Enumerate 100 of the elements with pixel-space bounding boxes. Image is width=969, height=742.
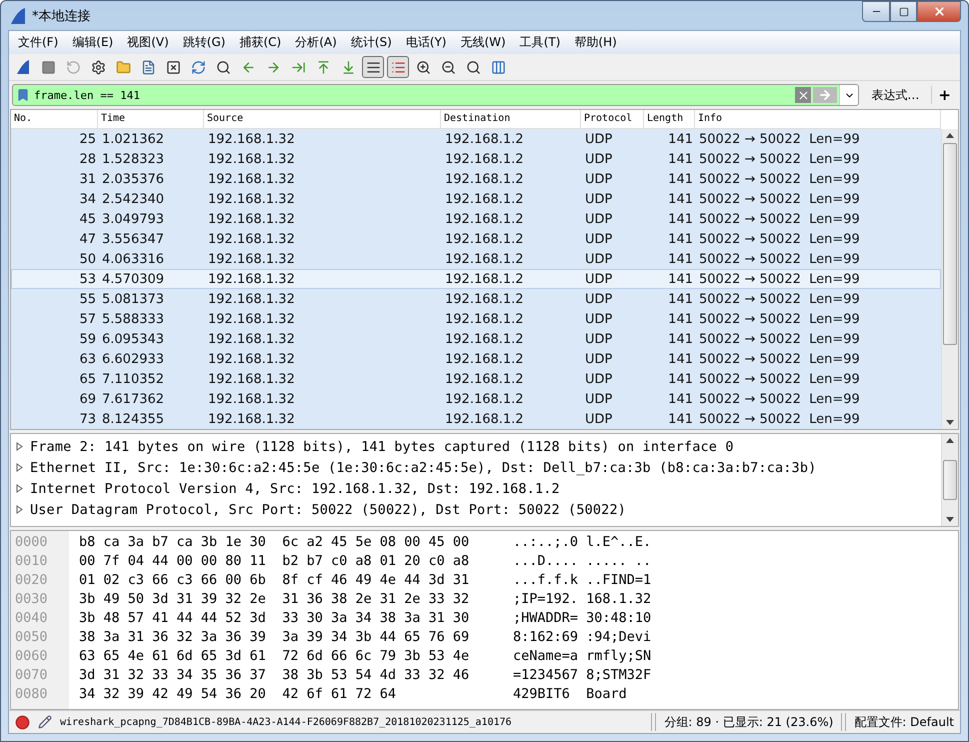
menu-item[interactable]: 编辑(E) bbox=[65, 32, 120, 53]
table-cell-text: 3.049793 bbox=[101, 212, 166, 226]
packet-row[interactable]: 65 7.110352 192.168.1.32 192.168.1.2 UDP 141 50022 → 50022 Len=99 bbox=[11, 369, 941, 389]
table-cell-text: 192.168.1.2 bbox=[444, 332, 525, 346]
packet-row[interactable]: 69 7.617362 192.168.1.32 192.168.1.2 UDP 141 50022 → 50022 Len=99 bbox=[11, 389, 941, 409]
table-cell-text: 192.168.1.2 bbox=[444, 272, 525, 286]
table-cell-text: 192.168.1.32 bbox=[207, 412, 296, 426]
table-cell-text: 192.168.1.2 bbox=[444, 212, 525, 226]
maximize-button[interactable] bbox=[890, 1, 917, 22]
minimize-button[interactable] bbox=[862, 1, 890, 22]
close-file-icon bbox=[166, 60, 180, 74]
menu-item[interactable]: 电话(Y) bbox=[398, 32, 454, 53]
table-cell-text: 192.168.1.2 bbox=[444, 352, 525, 366]
packet-row[interactable]: 28 1.528323 192.168.1.32 192.168.1.2 UDP 141 50022 → 50022 Len=99 bbox=[11, 149, 941, 169]
packet-row[interactable]: 59 6.095343 192.168.1.32 192.168.1.2 UDP 141 50022 → 50022 Len=99 bbox=[11, 329, 941, 349]
scroll-down-icon[interactable] bbox=[946, 420, 954, 425]
table-cell-text: UDP bbox=[584, 212, 614, 226]
colorize-button[interactable] bbox=[387, 56, 409, 78]
packet-row[interactable]: 31 2.035376 192.168.1.32 192.168.1.2 UDP 141 50022 → 50022 Len=99 bbox=[11, 169, 941, 189]
edit-icon[interactable] bbox=[38, 715, 52, 729]
menu-item[interactable]: 捕获(C) bbox=[232, 32, 288, 53]
packet-row[interactable]: 50 4.063316 192.168.1.32 192.168.1.2 UDP 141 50022 → 50022 Len=99 bbox=[11, 249, 941, 269]
table-cell-text: 45 bbox=[78, 212, 97, 226]
close-button[interactable] bbox=[917, 1, 961, 22]
tree-item[interactable]: Frame 2: 141 bytes on wire (1128 bits), 141 bytes captured (1128 bits) on interface 0 bbox=[30, 438, 734, 454]
packet-row[interactable]: 63 6.602933 192.168.1.32 192.168.1.2 UDP 141 50022 → 50022 Len=99 bbox=[11, 349, 941, 369]
menu-item[interactable]: 跳转(G) bbox=[176, 32, 232, 53]
packet-row[interactable]: 47 3.556347 192.168.1.32 192.168.1.2 UDP 141 50022 → 50022 Len=99 bbox=[11, 229, 941, 249]
collapsed-triangle-icon[interactable] bbox=[15, 484, 24, 493]
column-header[interactable]: Info bbox=[695, 110, 941, 128]
tree-item[interactable]: User Datagram Protocol, Src Port: 50022 (50022), Dst Port: 50022 (50022) bbox=[30, 502, 626, 518]
hex-offset: 0060 bbox=[14, 647, 49, 666]
hex-bytes: 38 3a 31 36 32 3a 36 39 3a 39 34 3b 44 65 76 69 bbox=[79, 628, 470, 647]
packet-row[interactable]: 73 8.124355 192.168.1.32 192.168.1.2 UDP 141 50022 → 50022 Len=99 bbox=[11, 409, 941, 429]
gear-icon bbox=[90, 60, 106, 74]
table-cell-text: 192.168.1.32 bbox=[207, 132, 296, 146]
shark-fin-icon bbox=[10, 6, 26, 24]
menu-item[interactable]: 统计(S) bbox=[344, 32, 399, 53]
table-cell-text: UDP bbox=[584, 412, 614, 426]
table-cell-text: 7.617362 bbox=[101, 392, 166, 406]
table-cell-text: 192.168.1.2 bbox=[444, 292, 525, 306]
packet-count: 分组: 89 · 已显示: 21 (23.6%) bbox=[664, 714, 834, 730]
menu-item[interactable]: 无线(W) bbox=[453, 32, 513, 53]
ascii-dump: ...f.f.k ..FIND=1 bbox=[513, 571, 652, 590]
table-cell-text: 53 bbox=[78, 272, 97, 286]
display-filter-bar[interactable]: frame.len == 141 bbox=[12, 84, 860, 106]
column-header[interactable]: Protocol bbox=[581, 110, 644, 128]
menu-item[interactable]: 帮助(H) bbox=[567, 32, 624, 53]
menu-item[interactable]: 工具(T) bbox=[512, 32, 568, 53]
filter-dropdown-button[interactable] bbox=[839, 85, 858, 105]
menu-item[interactable]: 视图(V) bbox=[120, 32, 176, 53]
clear-icon bbox=[796, 88, 810, 102]
scroll-down-icon[interactable] bbox=[946, 517, 954, 522]
table-cell-text: 59 bbox=[78, 332, 97, 346]
bookmark-icon[interactable] bbox=[16, 88, 30, 102]
packet-row[interactable]: 45 3.049793 192.168.1.32 192.168.1.2 UDP 141 50022 → 50022 Len=99 bbox=[11, 209, 941, 229]
packet-row[interactable]: 55 5.081373 192.168.1.32 192.168.1.2 UDP 141 50022 → 50022 Len=99 bbox=[11, 289, 941, 309]
table-cell-text: 192.168.1.2 bbox=[444, 132, 525, 146]
scrollbar[interactable] bbox=[941, 129, 958, 429]
display-filter-field[interactable]: frame.len == 141 bbox=[30, 86, 796, 104]
tree-item[interactable]: Internet Protocol Version 4, Src: 192.168.1.32, Dst: 192.168.1.2 bbox=[30, 480, 560, 496]
table-cell-text: UDP bbox=[584, 252, 614, 266]
menu-item[interactable]: 文件(F) bbox=[11, 32, 66, 53]
record-icon[interactable] bbox=[15, 714, 30, 730]
table-cell-text: 192.168.1.32 bbox=[207, 272, 296, 286]
tree-item[interactable]: Ethernet II, Src: 1e:30:6c:a2:45:5e (1e:30:6c:a2:45:5e), Dst: Dell_b7:ca:3b (b8:ca:3a:b7:ca:3b) bbox=[30, 460, 816, 476]
collapsed-triangle-icon[interactable] bbox=[15, 463, 24, 472]
packet-row[interactable]: 34 2.542340 192.168.1.32 192.168.1.2 UDP 141 50022 → 50022 Len=99 bbox=[11, 189, 941, 209]
menu-item[interactable]: 分析(A) bbox=[288, 32, 344, 53]
table-cell-text: 47 bbox=[78, 232, 97, 246]
packet-row[interactable]: 57 5.588333 192.168.1.32 192.168.1.2 UDP 141 50022 → 50022 Len=99 bbox=[11, 309, 941, 329]
scroll-up-icon[interactable] bbox=[946, 438, 954, 443]
column-header[interactable]: Length bbox=[644, 110, 695, 128]
add-filter-button[interactable]: + bbox=[931, 86, 957, 104]
column-header[interactable]: No. bbox=[11, 110, 98, 128]
restart-icon bbox=[66, 60, 80, 74]
hex-offset: 0030 bbox=[14, 590, 49, 609]
auto-scroll-button[interactable] bbox=[362, 56, 384, 78]
packet-row[interactable]: 25 1.021362 192.168.1.32 192.168.1.2 UDP 141 50022 → 50022 Len=99 bbox=[11, 129, 941, 149]
table-cell-text: 141 bbox=[667, 272, 694, 286]
table-cell-text: 34 bbox=[78, 192, 97, 206]
column-header[interactable]: Destination bbox=[441, 110, 581, 128]
hex-offset: 0080 bbox=[14, 685, 49, 704]
column-header[interactable]: Time bbox=[98, 110, 204, 128]
table-cell-text: 3.556347 bbox=[101, 232, 166, 246]
hex-offset: 0040 bbox=[14, 609, 49, 628]
scrollbar[interactable] bbox=[941, 434, 958, 526]
clear-filter-button[interactable] bbox=[795, 87, 812, 103]
column-header[interactable]: Source bbox=[204, 110, 441, 128]
packet-row[interactable]: 53 4.570309 192.168.1.32 192.168.1.2 UDP 141 50022 → 50022 Len=99 bbox=[11, 269, 941, 289]
table-cell-text: 50022 → 50022 Len=99 bbox=[698, 272, 861, 286]
collapsed-triangle-icon[interactable] bbox=[15, 442, 24, 451]
expression-button[interactable]: 表达式… bbox=[865, 86, 926, 104]
profile-label[interactable]: 配置文件: Default bbox=[854, 714, 954, 730]
maximize-icon bbox=[898, 6, 908, 16]
table-cell-text: 25 bbox=[78, 132, 97, 146]
collapsed-triangle-icon[interactable] bbox=[15, 505, 24, 514]
table-cell-text: 50022 → 50022 Len=99 bbox=[698, 412, 861, 426]
scroll-up-icon[interactable] bbox=[946, 133, 954, 138]
ascii-dump: ...D.... ..... .. bbox=[513, 552, 652, 571]
